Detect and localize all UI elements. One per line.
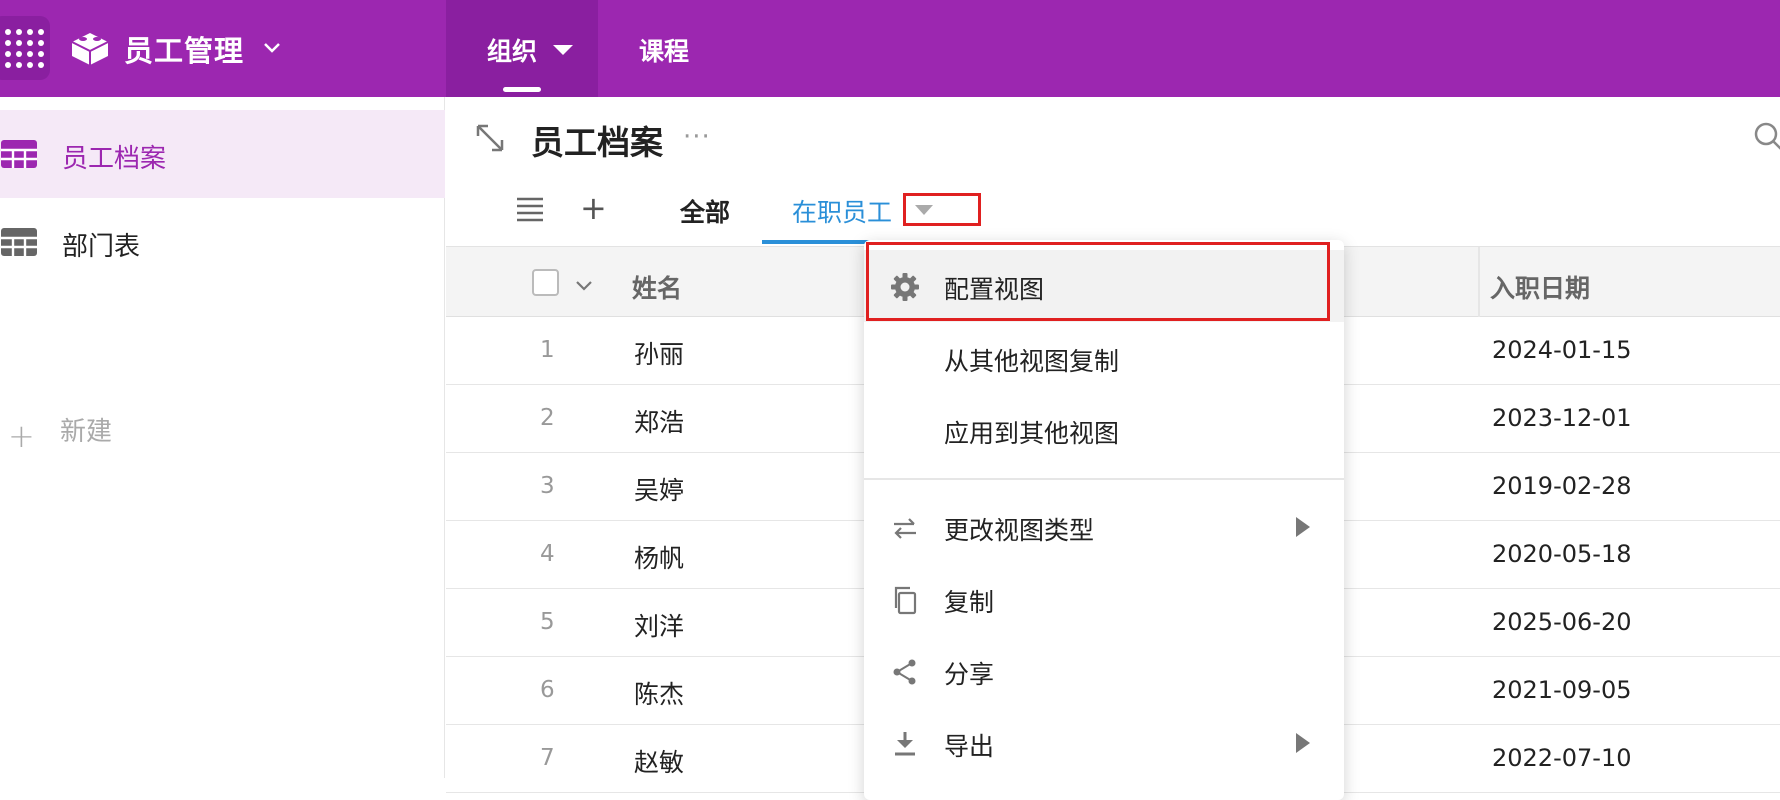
- cell-name[interactable]: 陈杰: [634, 675, 684, 711]
- nav-tab-courses[interactable]: 课程: [639, 32, 689, 68]
- cell-hire-date[interactable]: 2019-02-28: [1492, 472, 1631, 500]
- share-icon: [893, 659, 916, 685]
- highlight-box-view-dropdown: [903, 193, 981, 226]
- menu-item-copy-from-view[interactable]: 从其他视图复制: [864, 322, 1344, 394]
- more-options-button[interactable]: ···: [683, 122, 711, 152]
- menu-item-label: 应用到其他视图: [944, 419, 1120, 448]
- sidebar: 员工档案 部门表 + 新建: [0, 97, 445, 778]
- sidebar-new-button[interactable]: 新建: [60, 411, 112, 448]
- row-number: 4: [540, 541, 555, 567]
- menu-item-apply-to-views[interactable]: 应用到其他视图: [864, 394, 1344, 466]
- menu-item-label: 更改视图类型: [944, 516, 1095, 545]
- view-tab-active-employees[interactable]: 在职员工: [792, 193, 892, 229]
- nav-tab-org[interactable]: 组织: [487, 32, 537, 68]
- cell-hire-date[interactable]: 2023-12-01: [1492, 404, 1631, 432]
- submenu-arrow-icon: [1296, 517, 1310, 537]
- row-number: 5: [540, 609, 555, 635]
- view-tab-all[interactable]: 全部: [680, 193, 730, 229]
- sidebar-item-label: 员工档案: [62, 144, 167, 174]
- page-title: 员工档案: [531, 123, 663, 162]
- nav-tab-indicator: [503, 87, 541, 92]
- cell-hire-date[interactable]: 2024-01-15: [1492, 336, 1631, 364]
- menu-item-duplicate[interactable]: 复制: [864, 563, 1344, 635]
- download-icon: [895, 732, 915, 756]
- sidebar-item-departments[interactable]: 部门表: [0, 198, 445, 286]
- swap-arrows-icon: [894, 518, 916, 539]
- row-number: 2: [540, 405, 555, 431]
- cell-hire-date[interactable]: 2025-06-20: [1492, 608, 1631, 636]
- row-number: 7: [540, 745, 555, 771]
- highlight-box-configure-view: [866, 242, 1330, 321]
- menu-item-share[interactable]: 分享: [864, 635, 1344, 707]
- app-launcher-button[interactable]: [0, 16, 50, 80]
- app-logo-icon: [71, 33, 109, 65]
- menu-item-label: 分享: [944, 660, 995, 689]
- row-number: 3: [540, 473, 555, 499]
- column-header-hire-date[interactable]: 入职日期: [1490, 269, 1590, 305]
- copy-icon: [894, 586, 917, 615]
- submenu-arrow-icon: [1296, 733, 1310, 753]
- view-list-icon[interactable]: [516, 196, 544, 222]
- add-view-button[interactable]: +: [580, 192, 607, 224]
- cell-name[interactable]: 孙丽: [634, 335, 684, 371]
- chevron-down-icon[interactable]: [574, 275, 594, 295]
- sidebar-item-label: 部门表: [62, 232, 141, 262]
- cell-name[interactable]: 郑浩: [634, 403, 684, 439]
- expand-icon[interactable]: [474, 122, 506, 154]
- menu-item-change-view-type[interactable]: 更改视图类型: [864, 491, 1344, 563]
- select-all-checkbox[interactable]: [532, 269, 559, 296]
- table-grid-icon: [1, 140, 37, 168]
- cell-hire-date[interactable]: 2020-05-18: [1492, 540, 1631, 568]
- caret-down-icon[interactable]: [553, 45, 573, 55]
- grid-dots-icon: [4, 28, 44, 68]
- view-options-menu: 配置视图 从其他视图复制 应用到其他视图 更改视图类型 复制 分享 导出: [864, 240, 1344, 800]
- view-tab-indicator: [762, 240, 876, 244]
- cell-name[interactable]: 杨帆: [634, 539, 684, 575]
- plus-icon[interactable]: +: [8, 417, 35, 455]
- cell-name[interactable]: 刘洋: [634, 607, 684, 643]
- menu-item-label: 从其他视图复制: [944, 347, 1120, 376]
- menu-item-label: 复制: [944, 588, 995, 617]
- row-number: 1: [540, 337, 555, 363]
- menu-item-label: 导出: [944, 732, 995, 761]
- app-title[interactable]: 员工管理: [124, 28, 244, 70]
- top-bar: 员工管理 组织 课程: [0, 0, 1780, 97]
- sidebar-item-employee-records[interactable]: 员工档案: [0, 110, 445, 198]
- menu-item-export[interactable]: 导出: [864, 707, 1344, 779]
- menu-divider: [864, 478, 1344, 480]
- cell-hire-date[interactable]: 2022-07-10: [1492, 744, 1631, 772]
- chevron-down-icon[interactable]: [260, 36, 284, 60]
- table-grid-icon: [1, 228, 37, 256]
- row-number: 6: [540, 677, 555, 703]
- cell-name[interactable]: 赵敏: [634, 743, 684, 779]
- cell-hire-date[interactable]: 2021-09-05: [1492, 676, 1631, 704]
- cell-name[interactable]: 吴婷: [634, 471, 684, 507]
- column-header-name[interactable]: 姓名: [632, 269, 682, 305]
- search-icon[interactable]: [1752, 120, 1780, 154]
